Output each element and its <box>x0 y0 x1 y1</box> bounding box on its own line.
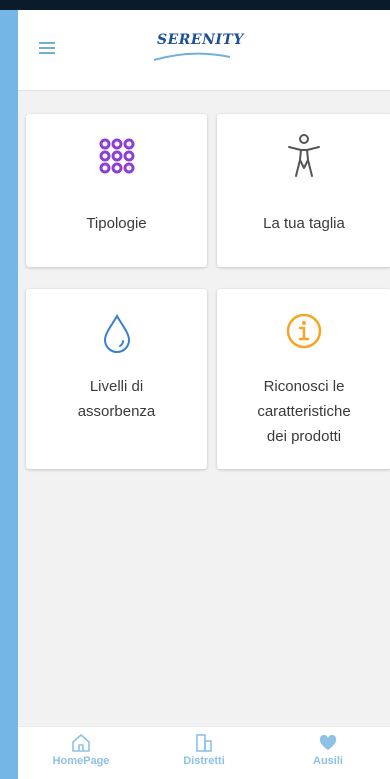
window-frame-edge <box>0 10 18 779</box>
home-icon <box>72 734 90 752</box>
app-screen: SERENITY Tipologie La tua taglia Livelli… <box>18 10 390 779</box>
nav-item-ausili[interactable]: Ausili <box>273 733 383 767</box>
water-drop-icon <box>103 313 130 353</box>
nav-item-homepage[interactable]: HomePage <box>26 733 136 767</box>
buildings-icon <box>196 734 212 752</box>
card-tipologie[interactable]: Tipologie <box>26 114 207 267</box>
brand-logo: SERENITY <box>157 32 244 48</box>
heart-icon <box>319 734 337 750</box>
info-circle-icon <box>286 313 322 349</box>
nav-label: Ausili <box>313 755 343 767</box>
bottom-navigation: HomePage Distretti Ausili <box>18 726 390 779</box>
accessibility-person-icon <box>288 134 320 177</box>
card-riconosci-caratteristiche[interactable]: Riconosci le caratteristiche dei prodott… <box>217 289 390 469</box>
card-label: Livelli di assorbenza <box>77 378 156 420</box>
card-la-tua-taglia[interactable]: La tua taglia <box>217 114 390 267</box>
card-label: Tipologie <box>86 215 147 232</box>
nav-label: Distretti <box>183 755 225 767</box>
grid-dots-icon <box>99 138 134 174</box>
nav-item-distretti[interactable]: Distretti <box>149 733 259 767</box>
card-label: Riconosci le caratteristiche dei prodott… <box>257 378 351 445</box>
app-header: SERENITY <box>18 10 390 91</box>
hamburger-icon[interactable] <box>39 42 55 55</box>
status-bar <box>0 0 390 10</box>
card-label: La tua taglia <box>263 215 345 232</box>
logo-swoosh-icon <box>153 52 231 61</box>
nav-label: HomePage <box>52 755 110 767</box>
card-livelli-assorbenza[interactable]: Livelli di assorbenza <box>26 289 207 469</box>
